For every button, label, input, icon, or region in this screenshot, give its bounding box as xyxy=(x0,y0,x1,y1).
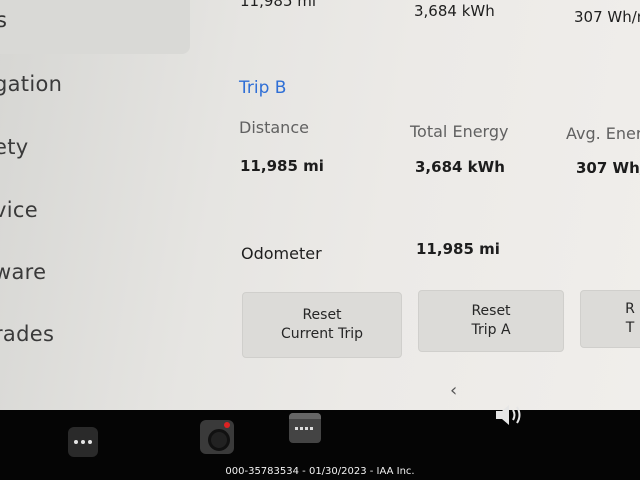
trip-b-distance-value: 11,985 mi xyxy=(240,157,324,175)
distance-header: Distance xyxy=(239,118,309,137)
more-icon[interactable] xyxy=(68,427,98,457)
chevron-left-icon[interactable]: ‹ xyxy=(450,380,457,401)
trip-b-energy-value: 3,684 kWh xyxy=(415,158,505,176)
button-label-line1: Reset xyxy=(471,303,511,319)
sidebar-item-service[interactable]: vice xyxy=(0,198,38,222)
sidebar-item-navigation[interactable]: gation xyxy=(0,72,62,96)
reset-trip-b-button[interactable]: R T xyxy=(580,290,640,348)
app-launcher-icon[interactable] xyxy=(289,413,321,443)
sidebar-item-safety[interactable]: ety xyxy=(0,135,28,159)
avg-energy-header: Avg. Energ xyxy=(566,124,640,143)
reset-trip-a-button[interactable]: Reset Trip A xyxy=(418,290,564,352)
sidebar-item-label: s xyxy=(0,8,7,32)
trip-a-energy-value: 3,684 kWh xyxy=(414,2,495,20)
odometer-value: 11,985 mi xyxy=(416,240,500,258)
total-energy-header: Total Energy xyxy=(410,122,509,141)
sidebar-item-selected[interactable]: s xyxy=(0,0,190,54)
camera-icon[interactable] xyxy=(200,420,234,454)
screen: s gation ety vice ware rades 11,985 mi 3… xyxy=(0,0,640,410)
odometer-label: Odometer xyxy=(241,244,322,263)
button-label-line2: Current Trip xyxy=(280,326,364,342)
trip-a-distance-value: 11,985 mi xyxy=(240,0,317,10)
sidebar-item-upgrades[interactable]: rades xyxy=(0,322,54,346)
trip-b-title: Trip B xyxy=(239,78,287,98)
volume-icon[interactable] xyxy=(494,402,526,428)
reset-current-trip-button[interactable]: Reset Current Trip xyxy=(242,292,402,358)
button-label-line1: Reset xyxy=(302,307,342,323)
button-label-line1: R xyxy=(625,301,635,317)
trip-a-avg-value: 307 Wh/m xyxy=(574,8,640,26)
trip-b-avg-value: 307 Wh/m xyxy=(576,159,640,177)
sidebar-item-software[interactable]: ware xyxy=(0,260,46,284)
button-label-line2: Trip A xyxy=(471,322,511,338)
watermark: 000-35783534 - 01/30/2023 - IAA Inc. xyxy=(225,466,415,477)
button-label-line2: T xyxy=(625,320,635,336)
